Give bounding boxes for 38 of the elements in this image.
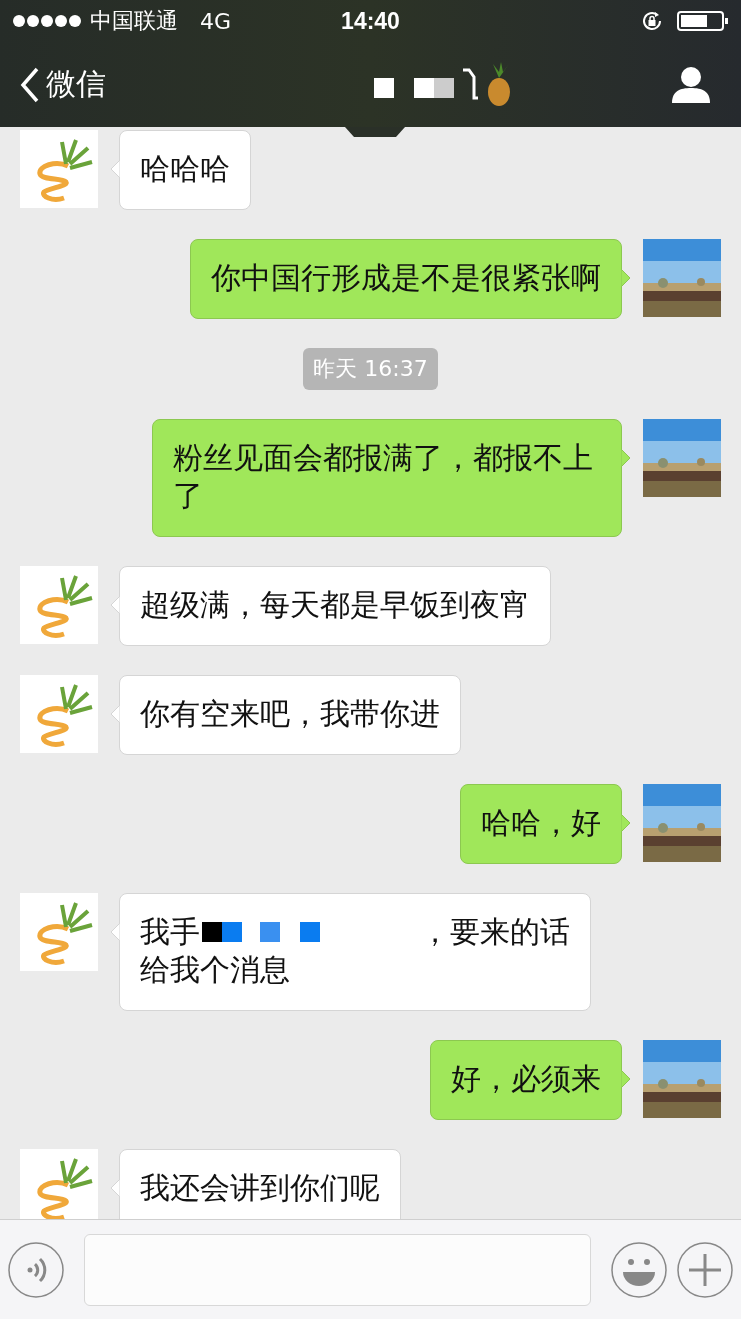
emoji-icon[interactable] <box>611 1241 667 1298</box>
clock-time: 14:40 <box>341 7 400 35</box>
bubble-tail <box>621 449 631 467</box>
back-button[interactable]: 微信 <box>20 64 106 105</box>
message-text: 给我个消息 <box>140 951 290 989</box>
bubble-tail <box>621 269 631 287</box>
voice-icon[interactable] <box>8 1241 64 1298</box>
timestamp: 昨天 16:37 <box>303 348 438 390</box>
network-type: 4G <box>200 8 232 34</box>
message-bubble: 好，必须来 <box>430 1040 622 1120</box>
bubble-tail <box>110 1179 120 1197</box>
rotation-lock-icon <box>641 10 663 32</box>
avatar-icon <box>20 893 98 971</box>
message-bubble: 粉丝见面会都报满了，都报不上了 <box>152 419 622 537</box>
signal-icon <box>12 14 82 28</box>
avatar-icon <box>20 675 98 753</box>
bubble-tail <box>110 596 120 614</box>
avatar-icon <box>20 566 98 644</box>
avatar-icon <box>20 130 98 208</box>
message-input[interactable] <box>84 1233 591 1306</box>
back-icon[interactable] <box>20 66 40 103</box>
battery-icon <box>677 10 729 32</box>
bubble-tail <box>621 1070 631 1088</box>
message-bubble: 你有空来吧，我带你进 <box>119 675 461 755</box>
profile-icon[interactable] <box>671 65 711 104</box>
message-text: 我手 <box>140 913 200 951</box>
bubble-tail <box>110 705 120 723</box>
add-icon[interactable] <box>677 1241 733 1298</box>
message-bubble: 超级满，每天都是早饭到夜宵 <box>119 566 551 646</box>
message-bubble: 哈哈，好 <box>460 784 622 864</box>
message-bubble: 你中国行形成是不是很紧张啊 <box>190 239 622 319</box>
message-bubble: 我还会讲到你们呢 <box>119 1149 401 1219</box>
message-bubble: 哈哈哈 <box>119 130 251 210</box>
bubble-tail <box>621 814 631 832</box>
title-pointer <box>345 127 405 137</box>
message-text: ，要来的话 <box>420 913 570 951</box>
bubble-tail <box>110 160 120 178</box>
carrier-name: 中国联通 <box>90 7 178 35</box>
